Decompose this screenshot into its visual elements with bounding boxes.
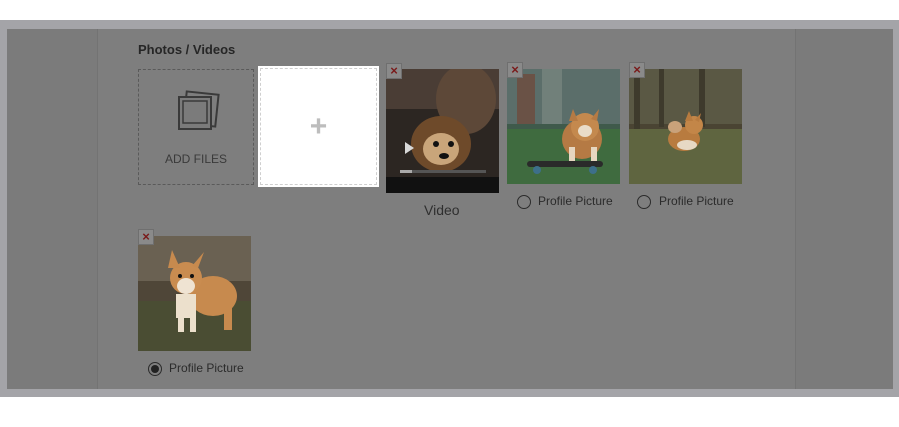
play-icon[interactable]	[405, 142, 414, 154]
plus-icon: +	[309, 109, 328, 143]
profile-picture-label: Profile Picture	[538, 194, 613, 208]
add-files-label: ADD FILES	[164, 152, 227, 166]
profile-picture-radio[interactable]	[517, 195, 531, 209]
photo-thumbnail[interactable]	[507, 69, 620, 184]
profile-picture-label: Profile Picture	[169, 361, 244, 375]
section-title: Photos / Videos	[138, 42, 236, 57]
photo-thumbnail[interactable]	[138, 236, 251, 351]
remove-photo-button[interactable]: ×	[138, 229, 154, 245]
photo-thumbnail[interactable]	[629, 69, 742, 184]
profile-picture-label: Profile Picture	[659, 194, 734, 208]
remove-photo-button[interactable]: ×	[629, 62, 645, 78]
video-thumbnail[interactable]	[386, 69, 499, 193]
remove-photo-button[interactable]: ×	[507, 62, 523, 78]
remove-video-button[interactable]: ×	[386, 63, 402, 79]
photos-stack-icon	[171, 90, 223, 145]
video-caption: Video	[424, 202, 460, 218]
add-files-button[interactable]: ADD FILES	[138, 69, 254, 185]
upload-slot[interactable]: +	[260, 68, 377, 185]
profile-picture-radio[interactable]	[148, 362, 162, 376]
profile-picture-radio[interactable]	[637, 195, 651, 209]
